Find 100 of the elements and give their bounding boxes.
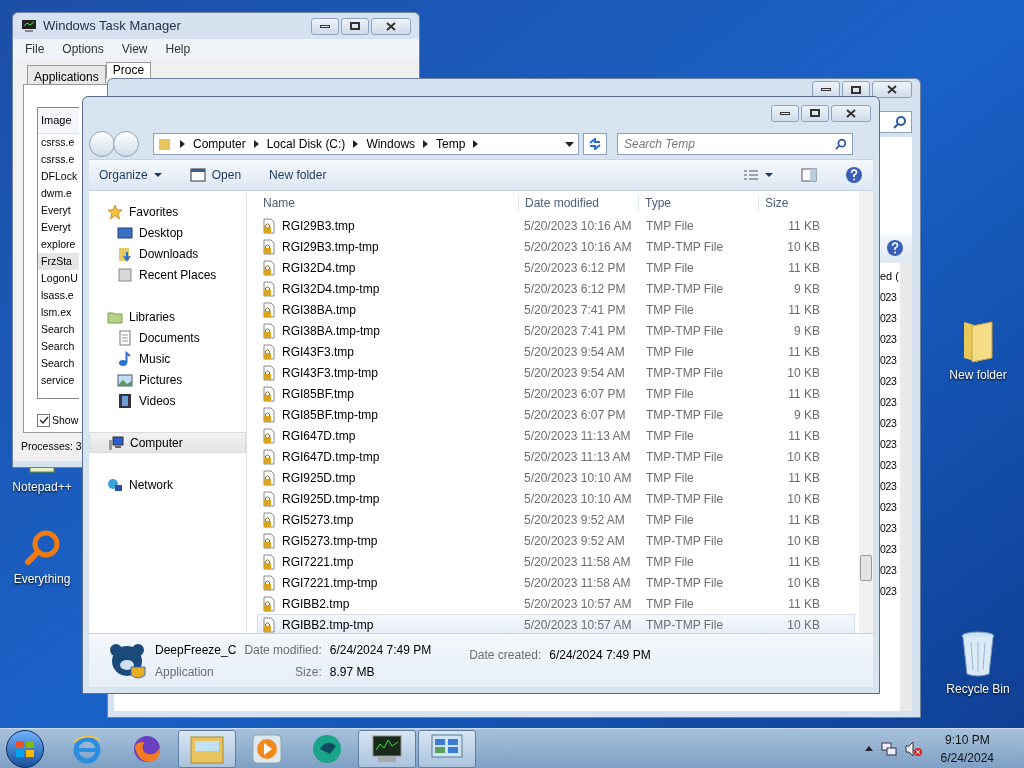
desktop-icon-label[interactable]: Everything <box>13 570 71 588</box>
process-row[interactable]: FrzSta <box>38 253 79 270</box>
nav-item[interactable]: Computer <box>89 432 246 453</box>
process-row[interactable]: service <box>38 372 79 389</box>
file-row[interactable]: RGI32D4.tmp 5/20/2023 6:12 PM TMP File 11 KB <box>257 257 855 278</box>
close-button[interactable] <box>371 17 411 35</box>
file-row[interactable]: RGI38BA.tmp 5/20/2023 7:41 PM TMP File 11 KB <box>257 299 855 320</box>
file-row[interactable]: RGI5273.tmp-tmp 5/20/2023 9:52 AM TMP-TMP File 10 KB <box>257 530 855 551</box>
help-icon[interactable] <box>845 166 863 184</box>
process-row[interactable]: lsm.ex <box>38 304 79 321</box>
file-row[interactable]: RGI925D.tmp 5/20/2023 10:10 AM TMP File 11 KB <box>257 467 855 488</box>
file-row[interactable]: RGI925D.tmp-tmp 5/20/2023 10:10 AM TMP-TMP File 10 KB <box>257 488 855 509</box>
file-row[interactable]: RGI7221.tmp 5/20/2023 11:58 AM TMP File 11 KB <box>257 551 855 572</box>
locked-file-icon <box>262 343 276 360</box>
minimize-button[interactable] <box>311 17 339 35</box>
nav-item[interactable]: Pictures <box>89 369 246 390</box>
file-row[interactable]: RGIBB2.tmp-tmp 5/20/2023 10:57 AM TMP-TMP File 10 KB <box>257 614 855 635</box>
column-header[interactable]: Image <box>38 108 79 134</box>
file-row[interactable]: RGI32D4.tmp-tmp 5/20/2023 6:12 PM TMP-TMP File 9 KB <box>257 278 855 299</box>
nav-item[interactable]: Network <box>89 474 246 495</box>
menu-item[interactable]: File <box>25 40 45 58</box>
desktop-icon-label[interactable]: Notepad++ <box>12 478 72 496</box>
caret-icon[interactable] <box>765 173 773 177</box>
tab[interactable]: Proce <box>105 62 152 78</box>
taskbar-button[interactable] <box>358 729 416 768</box>
process-row[interactable]: Everyt <box>38 219 79 236</box>
toolbar-button[interactable]: Organize <box>99 166 162 184</box>
process-row[interactable]: LogonU <box>38 270 79 287</box>
file-row[interactable]: RGI43F3.tmp 5/20/2023 9:54 AM TMP File 11 KB <box>257 341 855 362</box>
column-header[interactable]: Size <box>759 194 829 212</box>
column-header[interactable]: ed ( <box>880 265 899 287</box>
file-row[interactable]: RGI38BA.tmp-tmp 5/20/2023 7:41 PM TMP-TMP File 9 KB <box>257 320 855 341</box>
nav-item[interactable]: Favorites <box>89 201 246 222</box>
chevron-right-icon[interactable] <box>253 140 259 148</box>
chevron-right-icon[interactable] <box>473 140 479 148</box>
column-header[interactable]: Date modified <box>519 194 639 212</box>
menu-item[interactable]: Options <box>62 40 104 58</box>
network-icon[interactable] <box>880 740 897 757</box>
close-button[interactable] <box>831 104 871 122</box>
start-button[interactable] <box>6 729 44 768</box>
breadcrumb-item[interactable]: Local Disk (C:) <box>266 135 346 153</box>
process-row[interactable]: csrss.e <box>38 151 79 168</box>
refresh-button[interactable] <box>583 133 607 155</box>
chevron-right-icon[interactable] <box>423 140 429 148</box>
nav-item[interactable]: Downloads <box>89 243 246 264</box>
file-row[interactable]: RGI7221.tmp-tmp 5/20/2023 11:58 AM TMP-TMP File 10 KB <box>257 572 855 593</box>
process-row[interactable]: lsass.e <box>38 287 79 304</box>
menu-item[interactable]: View <box>121 40 148 58</box>
breadcrumb-item[interactable]: Windows <box>366 135 416 153</box>
checkbox[interactable] <box>37 414 50 428</box>
close-button[interactable] <box>872 81 912 98</box>
toolbar-button[interactable]: New folder <box>269 166 327 184</box>
size-cell-text: 11 KB <box>787 217 820 235</box>
maximize-button[interactable] <box>341 17 369 35</box>
tab[interactable]: Applications <box>27 65 106 84</box>
process-row[interactable]: csrss.e <box>38 134 79 151</box>
breadcrumb-item[interactable]: Computer <box>193 135 246 153</box>
address-bar[interactable]: Computer Local Disk (C:) Windows Temp <box>153 133 579 155</box>
column-header[interactable]: Type <box>639 194 759 212</box>
breadcrumb-item[interactable]: Temp <box>436 135 466 153</box>
file-row[interactable]: RGI647D.tmp-tmp 5/20/2023 11:13 AM TMP-TMP File 10 KB <box>257 446 855 467</box>
preview-pane-icon[interactable] <box>801 168 817 182</box>
column-header[interactable]: Name <box>257 194 519 212</box>
chevron-up-icon[interactable] <box>864 746 873 751</box>
chevron-right-icon[interactable] <box>353 140 359 148</box>
speaker-muted-icon[interactable] <box>904 740 923 757</box>
file-row[interactable]: RGI5273.tmp 5/20/2023 9:52 AM TMP File 11 KB <box>257 509 855 530</box>
maximize-button[interactable] <box>801 104 829 122</box>
file-row[interactable]: RGI85BF.tmp-tmp 5/20/2023 6:07 PM TMP-TMP File 9 KB <box>257 404 855 425</box>
process-row[interactable]: dwm.e <box>38 185 79 202</box>
nav-item[interactable]: Music <box>89 348 246 369</box>
process-row[interactable]: DFLock <box>38 168 79 185</box>
clock-time[interactable]: 9:10 PM <box>944 730 990 749</box>
nav-item[interactable]: Recent Places <box>89 264 246 285</box>
file-row[interactable]: RGI647D.tmp 5/20/2023 11:13 AM TMP File 11 KB <box>257 425 855 446</box>
dropdown-arrow-icon[interactable] <box>565 141 574 147</box>
chevron-right-icon[interactable] <box>180 140 185 148</box>
scrollbar[interactable] <box>859 191 873 633</box>
process-row[interactable]: Everyt <box>38 202 79 219</box>
desktop-icon-label[interactable]: Recycle Bin <box>946 680 1010 698</box>
nav-item[interactable]: Documents <box>89 327 246 348</box>
process-row[interactable]: Search <box>38 355 79 372</box>
desktop-icon-label[interactable]: New folder <box>949 366 1007 384</box>
file-row[interactable]: RGI43F3.tmp-tmp 5/20/2023 9:54 AM TMP-TMP File 10 KB <box>257 362 855 383</box>
search-field[interactable]: Search Temp <box>617 133 853 155</box>
process-row[interactable]: explore <box>38 236 79 253</box>
nav-item[interactable]: Videos <box>89 390 246 411</box>
process-row[interactable]: Search <box>38 321 79 338</box>
nav-item[interactable]: Libraries <box>89 306 246 327</box>
file-row[interactable]: RGI29B3.tmp 5/20/2023 10:16 AM TMP File 11 KB <box>257 215 855 236</box>
scrollbar[interactable] <box>900 263 912 711</box>
nav-item[interactable]: Desktop <box>89 222 246 243</box>
minimize-button[interactable] <box>771 104 799 122</box>
file-row[interactable]: RGI85BF.tmp 5/20/2023 6:07 PM TMP File 11 KB <box>257 383 855 404</box>
clock-date[interactable]: 6/24/2024 <box>940 748 994 767</box>
file-row[interactable]: RGIBB2.tmp 5/20/2023 10:57 AM TMP File 11 KB <box>257 593 855 614</box>
process-row[interactable]: Search <box>38 338 79 355</box>
menu-item[interactable]: Help <box>165 40 191 58</box>
toolbar-button[interactable]: Open <box>189 166 242 184</box>
file-row[interactable]: RGI29B3.tmp-tmp 5/20/2023 10:16 AM TMP-TMP File 10 KB <box>257 236 855 257</box>
